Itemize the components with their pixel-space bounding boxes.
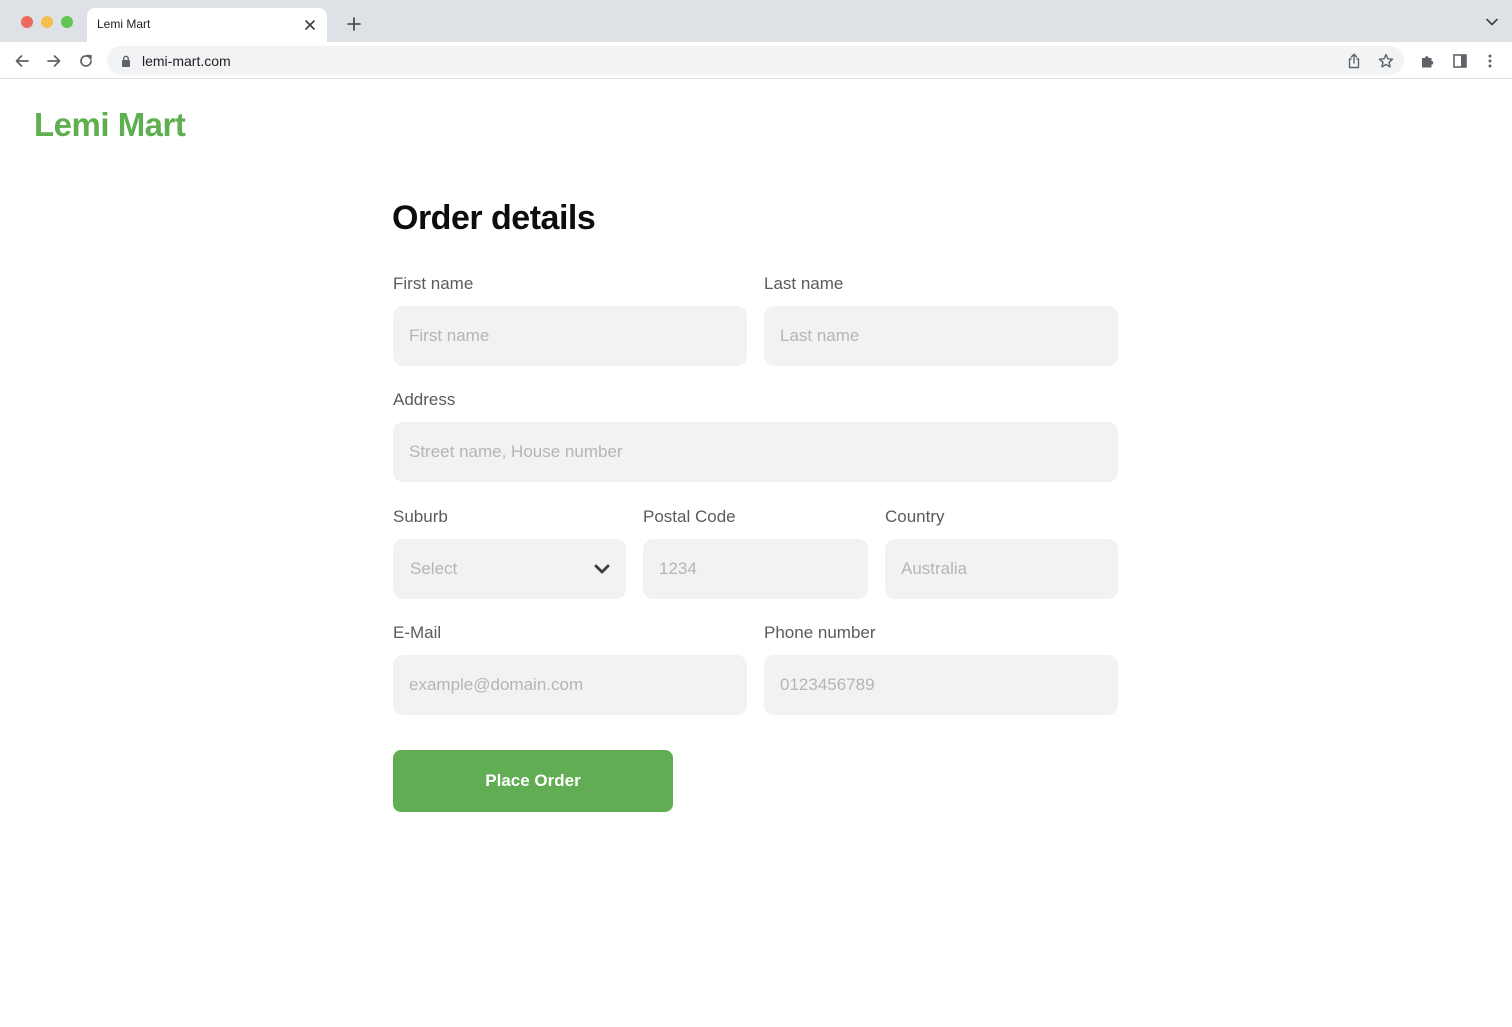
last-name-label: Last name — [764, 274, 844, 293]
lock-icon — [120, 54, 132, 67]
email-label: E-Mail — [393, 623, 442, 642]
browser-tabstrip: Lemi Mart — [0, 0, 1512, 42]
page-title: Order details — [392, 199, 596, 237]
postal-code-input[interactable] — [643, 539, 868, 599]
first-name-input[interactable] — [393, 306, 747, 366]
postal-code-label: Postal Code — [643, 507, 736, 526]
share-icon[interactable] — [1344, 51, 1364, 71]
address-label: Address — [393, 390, 456, 409]
place-order-button[interactable]: Place Order — [393, 750, 673, 812]
first-name-label: First name — [393, 274, 474, 293]
address-input[interactable] — [393, 422, 1118, 482]
phone-label: Phone number — [764, 623, 876, 642]
browser-toolbar: lemi-mart.com — [0, 42, 1512, 79]
last-name-input[interactable] — [764, 306, 1118, 366]
close-icon[interactable] — [301, 16, 319, 34]
suburb-select[interactable]: Select — [393, 539, 626, 599]
tab-title: Lemi Mart — [97, 17, 151, 31]
suburb-selected-value: Select — [410, 559, 458, 578]
country-label: Country — [885, 507, 945, 526]
address-bar[interactable]: lemi-mart.com — [107, 46, 1404, 75]
arrow-right-icon[interactable] — [43, 50, 65, 72]
side-panel-icon[interactable] — [1449, 50, 1471, 72]
window-maximize-button[interactable] — [61, 16, 73, 28]
chevron-down-icon — [593, 561, 611, 577]
window-close-button[interactable] — [21, 16, 33, 28]
arrow-left-icon[interactable] — [11, 50, 33, 72]
more-vertical-icon[interactable] — [1479, 50, 1501, 72]
browser-tab-active[interactable]: Lemi Mart — [87, 8, 327, 42]
phone-input[interactable] — [764, 655, 1118, 715]
plus-icon[interactable] — [343, 13, 365, 35]
window-minimize-button[interactable] — [41, 16, 53, 28]
suburb-label: Suburb — [393, 507, 448, 526]
reload-icon[interactable] — [75, 50, 97, 72]
puzzle-icon[interactable] — [1417, 50, 1439, 72]
url-text: lemi-mart.com — [142, 53, 231, 69]
star-icon[interactable] — [1376, 51, 1396, 71]
chevron-down-icon[interactable] — [1484, 14, 1500, 30]
logo[interactable]: Lemi Mart — [34, 106, 186, 144]
country-input[interactable] — [885, 539, 1118, 599]
email-input[interactable] — [393, 655, 747, 715]
